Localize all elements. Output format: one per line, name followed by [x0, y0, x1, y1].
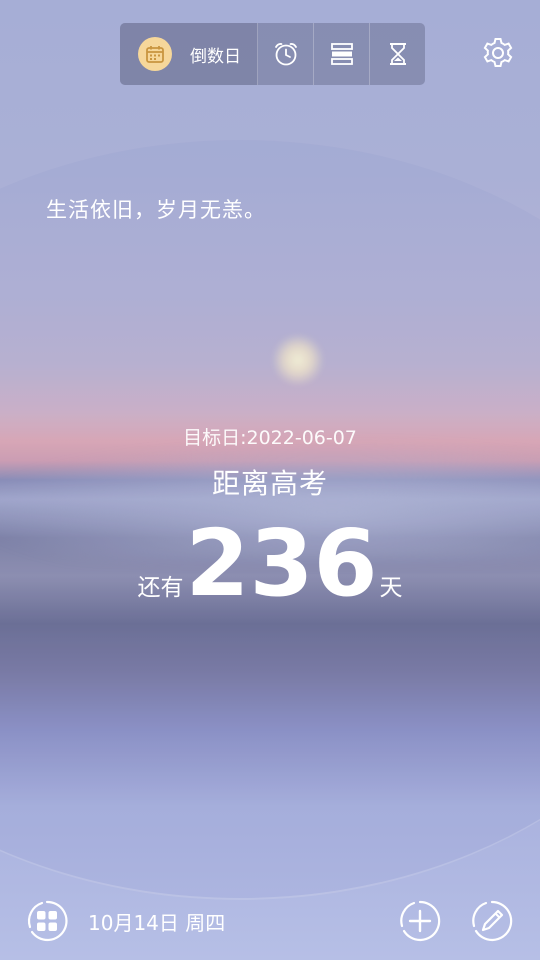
days-remaining: 还有236天	[0, 514, 540, 614]
days-count: 236	[185, 510, 378, 617]
tab-countdown-days-label: 倒数日	[190, 46, 241, 67]
calendar-icon	[138, 37, 172, 71]
event-name[interactable]: 距离高考	[0, 462, 540, 502]
grid-menu-icon	[27, 900, 68, 942]
add-button[interactable]	[399, 900, 441, 942]
bottom-bar: 10月14日 周四	[0, 895, 540, 951]
tab-countdown-days[interactable]: 倒数日	[120, 23, 258, 85]
countdown-screen: 倒数日 生活依旧，岁月无恙。 目标日:2022-06-07 距离高考 还有236…	[0, 0, 540, 960]
settings-button[interactable]	[480, 36, 516, 72]
tab-alarm[interactable]	[258, 23, 314, 85]
tab-timer[interactable]	[370, 23, 425, 85]
target-date: 目标日:2022-06-07	[183, 427, 357, 449]
edit-icon	[472, 900, 513, 942]
days-suffix: 天	[379, 575, 403, 601]
hourglass-icon	[389, 43, 406, 65]
alarm-clock-icon	[274, 43, 297, 66]
background-sun	[270, 335, 326, 385]
list-icon	[330, 43, 353, 65]
days-prefix: 还有	[137, 575, 184, 601]
edit-button[interactable]	[471, 900, 513, 942]
tab-list[interactable]	[314, 23, 370, 85]
add-icon	[400, 900, 441, 942]
gear-icon	[483, 38, 513, 67]
menu-button[interactable]	[26, 900, 68, 942]
motto-text: 生活依旧，岁月无恙。	[46, 198, 266, 222]
mode-toolbar: 倒数日	[120, 23, 425, 85]
current-date: 10月14日 周四	[88, 911, 226, 935]
